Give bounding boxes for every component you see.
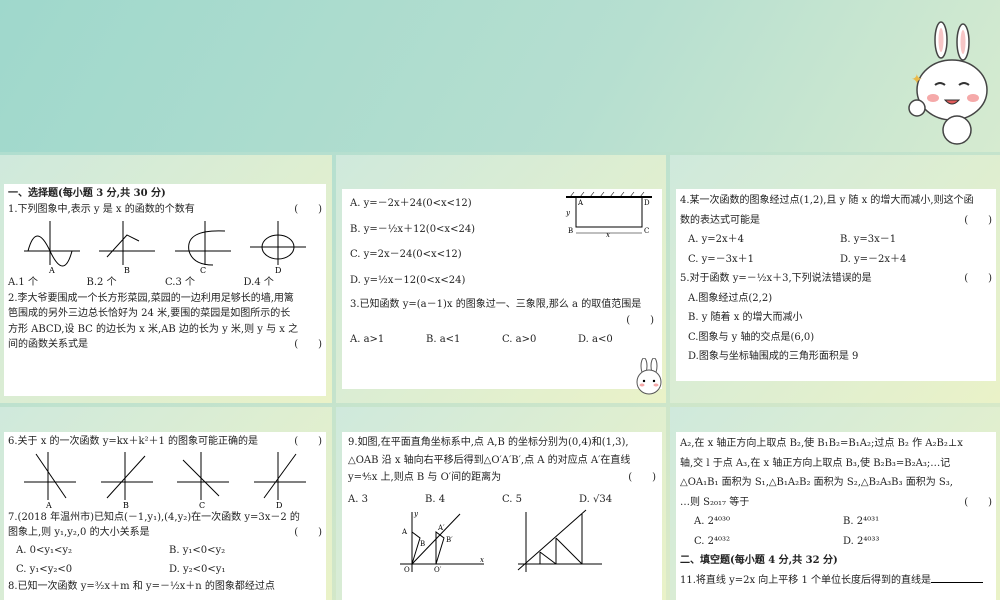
- question-9-line-1: 9.如图,在平面直角坐标系中,点 A,B 的坐标分别为(0,4)和(1,3),: [348, 437, 629, 448]
- panel-3: 4.某一次函数的图象经过点(1,2),且 y 随 x 的增大而减小,则这个函 数…: [676, 189, 996, 381]
- svg-text:B: B: [568, 227, 573, 235]
- svg-text:✦: ✦: [911, 72, 923, 88]
- q10-options-row-2: C. 2⁴⁰³² D. 2⁴⁰³³: [694, 535, 880, 547]
- q2-option-d: D. y=½x－12(0<x<24): [350, 274, 466, 286]
- question-4-line-1: 4.某一次函数的图象经过点(1,2),且 y 随 x 的增大而减小,则这个函: [680, 195, 974, 206]
- question-9-line-2: △OAB 沿 x 轴向右平移后得到△O′A′B′,点 A 的对应点 A′在直线: [348, 454, 631, 466]
- q9-options: A. 3 B. 4 C. 5 D. √34: [348, 493, 613, 505]
- question-11: 11.将直线 y=2x 向上平移 1 个单位长度后得到的直线是: [680, 571, 992, 591]
- panel-6: A₂,在 x 轴正方向上取点 B₂,使 B₁B₂=B₁A₂;过点 B₂ 作 A₂…: [676, 432, 996, 600]
- top-banner: [0, 0, 1000, 152]
- question-4-line-2: 数的表达式可能是( ): [680, 214, 992, 226]
- question-7-line-2: 图象上,则 y₁,y₂,0 的大小关系是( ): [8, 527, 322, 538]
- q10-triangle-figure: [517, 509, 602, 572]
- question-10-line-2: 轴,交 l 于点 A₃,在 x 轴正方向上取点 B₃,使 B₂B₃=B₂A₃;……: [680, 457, 951, 469]
- question-2-line-2: 笆围成的另外三边总长恰好为 24 米,要围的菜园是如图所示的长: [8, 308, 291, 319]
- question-2-line-4: 间的函数关系式是( ): [8, 339, 322, 350]
- panel-5: 9.如图,在平面直角坐标系中,点 A,B 的坐标分别为(0,4)和(1,3), …: [342, 432, 662, 600]
- question-3: 3.已知函数 y=(a－1)x 的图象过一、三象限,那么 a 的取值范围是: [350, 299, 642, 310]
- svg-text:O′: O′: [434, 566, 442, 574]
- svg-text:D: D: [276, 501, 282, 510]
- figure-6b: B: [100, 451, 153, 510]
- svg-text:A: A: [577, 199, 584, 207]
- svg-text:A: A: [45, 501, 52, 510]
- svg-text:x: x: [480, 556, 484, 564]
- figure-c: C: [174, 221, 231, 275]
- q3-bracket: ( ): [626, 314, 654, 326]
- figure-d: D: [249, 221, 306, 275]
- svg-text:B′: B′: [446, 536, 453, 544]
- q10-options-row-1: A. 2⁴⁰³⁰ B. 2⁴⁰³¹: [694, 516, 880, 527]
- svg-text:A′: A′: [437, 524, 445, 532]
- svg-text:B: B: [123, 501, 129, 510]
- question-10-line-1: A₂,在 x 轴正方向上取点 B₂,使 B₁B₂=B₁A₂;过点 B₂ 作 A₂…: [680, 438, 963, 449]
- question-5: 5.对于函数 y=－½x＋3,下列说法错误的是( ): [680, 273, 992, 284]
- question-8: 8.已知一次函数 y=³⁄₂x＋m 和 y=－½x＋n 的图象都经过点: [8, 580, 275, 592]
- question-2-line-1: 2.李大爷要围成一个长方形菜园,菜园的一边利用足够长的墙,用篱: [8, 292, 294, 304]
- q7-options-row-1: A. 0<y₁<y₂ B. y₁<0<y₂: [16, 544, 226, 556]
- small-bunny-icon: [636, 358, 662, 395]
- svg-text:B: B: [124, 266, 130, 275]
- q1-options: A.1 个 B.2 个 C.3 个 D.4 个: [8, 277, 274, 288]
- q9-translation-figure: y x A B O A′ B′ O′: [400, 510, 484, 574]
- svg-text:C: C: [200, 266, 206, 275]
- panel-1: 一、选择题(每小题 3 分,共 30 分) 1.下列图象中,表示 y 是 x 的…: [4, 184, 326, 396]
- svg-text:x: x: [606, 231, 610, 239]
- svg-text:A: A: [401, 528, 408, 536]
- question-10-line-3: △OA₁B₁ 面积为 S₁,△B₁A₂B₂ 面积为 S₂,△B₂A₃B₃ 面积为…: [680, 477, 953, 488]
- q4-options-row-1: A. y=2x＋4 B. y=3x－1: [688, 234, 897, 245]
- svg-text:y: y: [565, 209, 571, 217]
- figure-6a: A: [24, 451, 76, 510]
- svg-text:C: C: [199, 501, 205, 510]
- figure-a: A: [24, 221, 80, 275]
- svg-text:y: y: [413, 510, 419, 518]
- figure-b: B: [99, 221, 156, 275]
- panel-2: A. y=－2x＋24(0<x<12) B. y=－½x＋12(0<x<24) …: [342, 189, 662, 389]
- q2-option-c: C. y=2x－24(0<x<12): [350, 249, 462, 260]
- question-9-line-3: y=⅘x 上,则点 B 与 O′间的距离为( ): [348, 472, 656, 483]
- question-1: 1.下列图象中,表示 y 是 x 的函数的个数有( ): [8, 203, 322, 215]
- q5-option-a: A.图象经过点(2,2): [688, 292, 773, 304]
- question-2-line-3: 方形 ABCD,设 BC 的边长为 x 米,AB 边的长为 y 米,则 y 与 …: [8, 323, 299, 335]
- q7-options-row-2: C. y₁<y₂<0 D. y₂<0<y₁: [16, 563, 226, 575]
- panel-4: 6.关于 x 的一次函数 y=kx＋k²＋1 的图象可能正确的是( ) A B …: [4, 432, 326, 600]
- svg-text:A: A: [48, 266, 55, 275]
- q4-options-row-2: C. y=－3x＋1 D. y=－2x＋4: [688, 253, 907, 265]
- q5-option-c: C.图象与 y 轴的交点是(6,0): [688, 331, 815, 343]
- section-2-title: 二、填空题(每小题 4 分,共 32 分): [680, 555, 838, 566]
- svg-text:C: C: [644, 227, 649, 235]
- q5-option-d: D.图象与坐标轴围成的三角形面积是 9: [688, 351, 859, 362]
- q2-option-a: A. y=－2x＋24(0<x<12): [350, 198, 472, 209]
- question-7-line-1: 7.(2018 年温州市)已知点(－1,y₁),(4,y₂)在一次函数 y=3x…: [8, 511, 300, 523]
- svg-text:B: B: [420, 540, 425, 548]
- question-10-line-4: …则 S₂₀₁₇ 等于( ): [680, 496, 992, 508]
- bunny-mascot-icon: ✦: [908, 21, 988, 145]
- question-6: 6.关于 x 的一次函数 y=kx＋k²＋1 的图象可能正确的是( ): [8, 436, 322, 447]
- rectangle-garden-figure: A D B C x y: [565, 191, 652, 239]
- svg-text:D: D: [275, 266, 281, 275]
- svg-text:D: D: [644, 199, 650, 207]
- svg-text:O: O: [404, 566, 410, 574]
- q2-option-b: B. y=－½x＋12(0<x<24): [350, 223, 476, 235]
- figure-6c: C: [177, 451, 230, 510]
- q3-options: A. a>1 B. a<1 C. a>0 D. a<0: [350, 334, 613, 345]
- figure-6d: D: [253, 451, 306, 510]
- q5-option-b: B. y 随着 x 的增大而减小: [688, 312, 803, 323]
- section-title: 一、选择题(每小题 3 分,共 30 分): [8, 188, 166, 199]
